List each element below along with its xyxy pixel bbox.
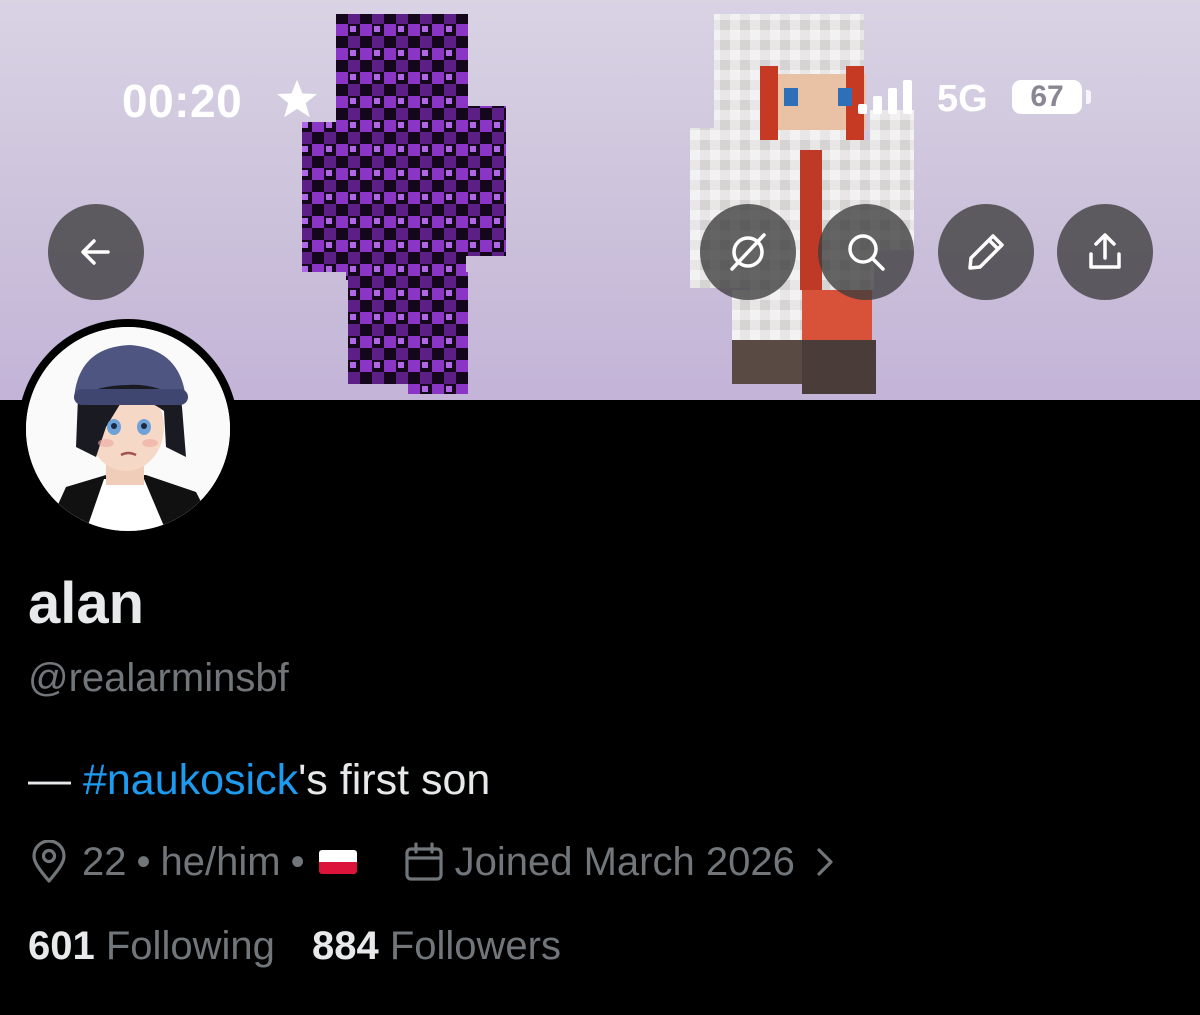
followers-link[interactable]: 884 Followers: [312, 924, 561, 968]
grok-button[interactable]: [700, 204, 796, 300]
follow-stats: 601 Following 884 Followers: [28, 924, 561, 969]
search-button[interactable]: [818, 204, 914, 300]
back-arrow-icon: [81, 239, 110, 265]
following-link[interactable]: 601 Following: [28, 924, 275, 968]
meta-separator-2: •: [290, 839, 305, 884]
bio-prefix: —: [28, 756, 83, 804]
grok-icon: [730, 233, 766, 271]
share-button[interactable]: [1057, 204, 1153, 300]
followers-label: Followers: [389, 924, 561, 968]
search-icon: [848, 234, 885, 271]
back-button[interactable]: [48, 204, 144, 300]
profile-meta: 22 • he/him • Joined March 2026: [28, 836, 837, 888]
meta-separator: •: [136, 839, 151, 884]
signal-icon: [858, 80, 912, 114]
battery-level: 67: [1030, 80, 1064, 113]
calendar-icon: [404, 842, 443, 881]
profile-age: 22: [82, 839, 127, 884]
avatar-image: [26, 327, 230, 531]
following-count: 601: [28, 924, 95, 968]
poland-flag-icon: [318, 850, 357, 874]
battery-tip: [1086, 90, 1091, 104]
followers-count: 884: [311, 924, 379, 968]
following-label: Following: [105, 924, 275, 968]
chevron-right-icon[interactable]: [813, 846, 837, 878]
pencil-icon: [968, 234, 1004, 270]
display-name: alan: [28, 571, 145, 636]
profile-pronouns: he/him: [160, 839, 281, 884]
status-time: 00:20: [122, 75, 243, 127]
battery-indicator: 67: [1012, 80, 1082, 114]
location-pin-icon: [32, 840, 66, 883]
share-icon: [1089, 233, 1121, 269]
bio: — #naukosick's first son: [28, 756, 490, 805]
joined-date[interactable]: Joined March 2026: [455, 840, 795, 885]
star-icon: [277, 79, 317, 118]
network-type: 5G: [937, 78, 988, 120]
edit-button[interactable]: [938, 204, 1034, 300]
avatar[interactable]: [26, 327, 230, 531]
user-handle: @realarminsbf: [28, 656, 289, 700]
bio-suffix: 's first son: [298, 756, 491, 804]
bio-hashtag-link[interactable]: #naukosick: [83, 756, 298, 804]
